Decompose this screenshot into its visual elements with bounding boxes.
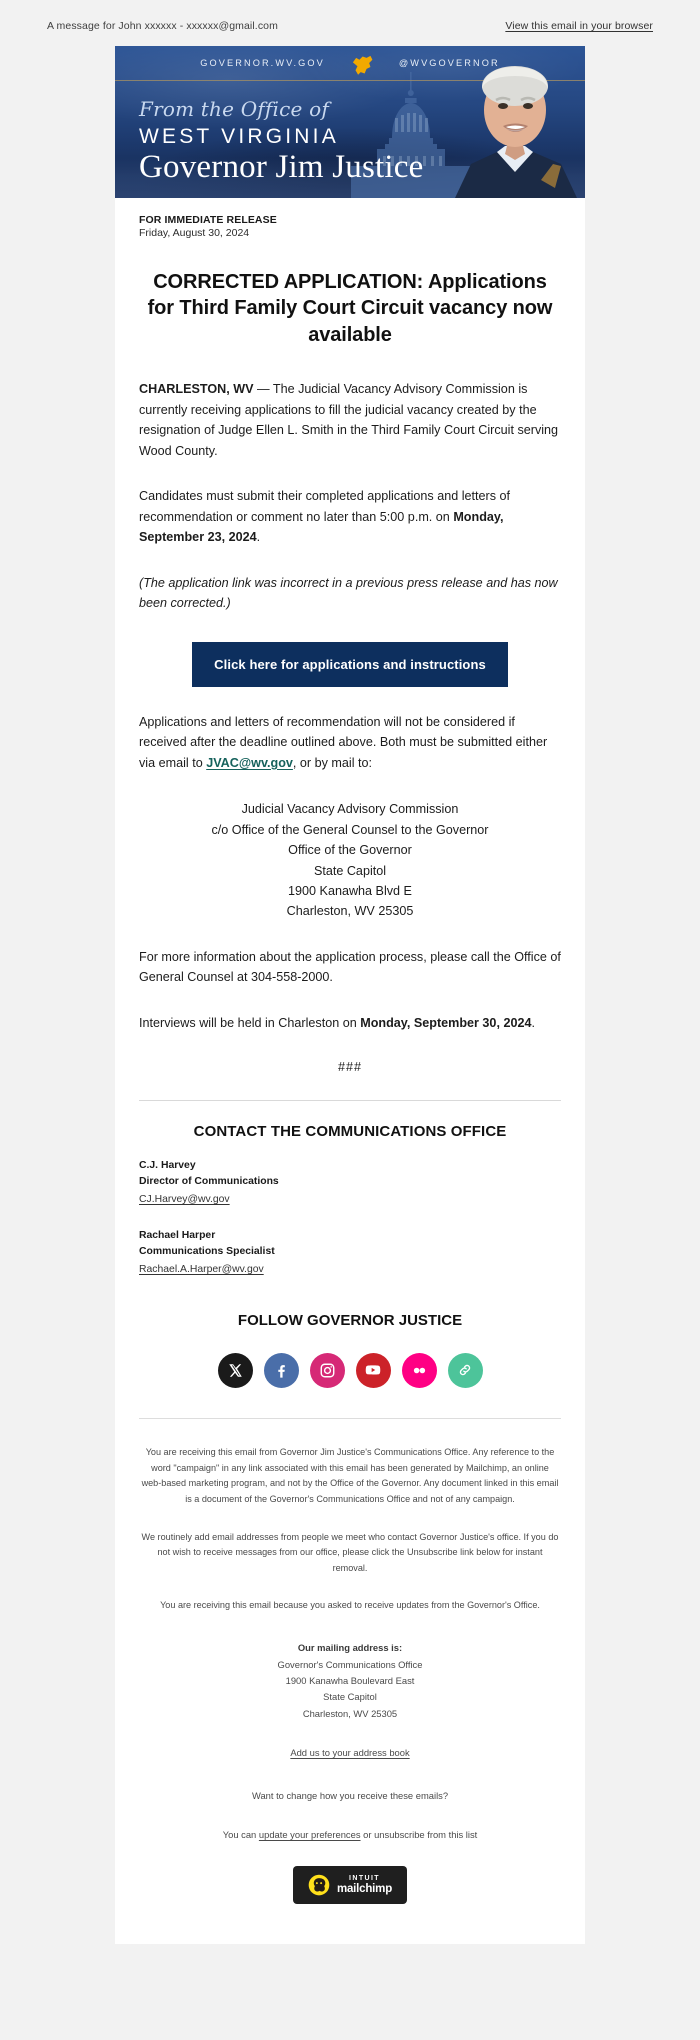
contact-email-link[interactable]: CJ.Harvey@wv.gov — [139, 1192, 230, 1209]
view-in-browser-link[interactable]: View this email in your browser — [505, 20, 653, 32]
link-glyph — [459, 1365, 471, 1376]
contact-role: Communications Specialist — [139, 1245, 275, 1257]
youtube-icon[interactable] — [355, 1352, 391, 1388]
body-paragraph-6: Interviews will be held in Charleston on… — [139, 1013, 561, 1034]
body-paragraph-2: Candidates must submit their completed a… — [139, 486, 561, 548]
governor-portrait — [455, 66, 577, 198]
paragraph-4-text-b: , or by mail to: — [292, 755, 372, 770]
link-icon[interactable] — [447, 1352, 483, 1388]
contact-person: C.J. Harvey Director of Communications C… — [139, 1158, 561, 1209]
add-address-book-container: Add us to your address book — [141, 1743, 559, 1761]
email-card: GOVERNOR.WV.GOV @WVGOVERNOR From the Off… — [115, 46, 585, 1945]
west-virginia-state-icon — [352, 55, 373, 75]
correction-note: (The application link was incorrect in a… — [139, 575, 558, 611]
body-paragraph-4: Applications and letters of recommendati… — [139, 712, 561, 774]
contact-name: C.J. Harvey — [139, 1160, 196, 1172]
youtube-glyph — [365, 1365, 381, 1376]
interview-date: Monday, September 30, 2024 — [360, 1015, 532, 1030]
contact-email-link[interactable]: Rachael.A.Harper@wv.gov — [139, 1262, 264, 1279]
x-glyph — [228, 1364, 242, 1377]
end-of-release-marks: ### — [337, 1060, 362, 1075]
contact-section: CONTACT THE COMMUNICATIONS OFFICE C.J. H… — [115, 1123, 585, 1388]
address-line: Office of the Governor — [288, 843, 412, 858]
contact-section-title: CONTACT THE COMMUNICATIONS OFFICE — [193, 1123, 507, 1141]
address-line: c/o Office of the General Counsel to the… — [211, 822, 489, 837]
email-page: A message for John xxxxxx - xxxxxx@gmail… — [0, 0, 700, 2040]
preferences-text-a: You can — [222, 1829, 259, 1841]
preheader-message: A message for John xxxxxx - xxxxxx@gmail… — [47, 20, 278, 32]
instagram-icon[interactable] — [309, 1352, 345, 1388]
follow-section-title: FOLLOW GOVERNOR JUSTICE — [237, 1311, 463, 1329]
x-twitter-icon[interactable] — [217, 1352, 253, 1388]
section-divider — [139, 1100, 561, 1102]
preheader-bar: A message for John xxxxxx - xxxxxx@gmail… — [0, 0, 700, 46]
release-date: Friday, August 30, 2024 — [139, 227, 250, 239]
mailing-address-title: Our mailing address is: — [297, 1642, 403, 1654]
instagram-glyph — [320, 1363, 334, 1378]
legal-paragraph-1: You are receiving this email from Govern… — [141, 1446, 559, 1504]
contact-role: Director of Communications — [139, 1175, 279, 1187]
intuit-label: INTUIT — [349, 1874, 380, 1882]
mailing-address-block: Judicial Vacancy Advisory Commission c/o… — [139, 799, 561, 921]
preferences-text-b: or unsubscribe from this list — [360, 1829, 478, 1841]
address-line: State Capitol — [313, 863, 387, 878]
contact-name: Rachael Harper — [139, 1230, 216, 1242]
facebook-glyph — [277, 1365, 285, 1378]
banner-state-name: WEST VIRGINIA — [139, 125, 339, 148]
preferences-line: You can update your preferences or unsub… — [141, 1827, 559, 1844]
footer-mailing-address: Our mailing address is: Governor's Commu… — [141, 1640, 559, 1722]
applications-instructions-button[interactable]: Click here for applications and instruct… — [192, 641, 508, 687]
email-body: FOR IMMEDIATE RELEASE Friday, August 30,… — [115, 198, 585, 1102]
banner-title-block: From the Office of WEST VIRGINIA Governo… — [139, 98, 423, 186]
paragraph-2-text-c: . — [256, 530, 261, 545]
contact-person: Rachael Harper Communications Specialist… — [139, 1228, 561, 1279]
address-line: Charleston, WV 25305 — [286, 904, 414, 919]
address-line: 1900 Kanawha Blvd E — [288, 883, 412, 898]
mailchimp-monkey-icon — [308, 1874, 330, 1896]
mailchimp-label: mailchimp — [336, 1882, 393, 1895]
banner-website: GOVERNOR.WV.GOV — [200, 58, 325, 68]
body-paragraph-1: CHARLESTON, WV — The Judicial Vacancy Ad… — [139, 379, 561, 461]
mailing-address-line: 1900 Kanawha Boulevard East — [285, 1675, 415, 1686]
release-label: FOR IMMEDIATE RELEASE — [139, 214, 277, 226]
facebook-icon[interactable] — [263, 1352, 299, 1388]
body-paragraph-5: For more information about the applicati… — [139, 949, 561, 985]
mailing-address-line: State Capitol — [323, 1691, 377, 1703]
mailchimp-badge-container: INTUIT mailchimp — [141, 1866, 559, 1944]
preferences-block: Want to change how you receive these ema… — [141, 1788, 559, 1844]
footer-divider — [139, 1417, 561, 1419]
legal-paragraph-3: You are receiving this email because you… — [160, 1600, 540, 1611]
cta-container: Click here for applications and instruct… — [139, 641, 561, 687]
paragraph-6-text-a: Interviews will be held in Charleston on — [139, 1015, 361, 1030]
address-line: Judicial Vacancy Advisory Commission — [241, 802, 459, 817]
flickr-glyph — [413, 1367, 425, 1374]
paragraph-6-text-c: . — [531, 1015, 535, 1030]
mailchimp-wordmark: INTUIT mailchimp — [337, 1875, 392, 1896]
jvac-email-link[interactable]: JVAC@wv.gov — [206, 756, 293, 770]
mailchimp-badge[interactable]: INTUIT mailchimp — [292, 1866, 408, 1905]
email-header-banner: GOVERNOR.WV.GOV @WVGOVERNOR From the Off… — [115, 46, 585, 198]
add-to-address-book-link[interactable]: Add us to your address book — [290, 1747, 409, 1758]
flickr-icon[interactable] — [401, 1352, 437, 1388]
legal-paragraph-2: We routinely add email addresses from pe… — [141, 1531, 559, 1573]
preferences-question: Want to change how you receive these ema… — [251, 1790, 449, 1802]
dateline: CHARLESTON, WV — [139, 382, 254, 397]
mailing-address-line: Charleston, WV 25305 — [302, 1707, 398, 1719]
social-links — [139, 1352, 561, 1388]
banner-governor-name: Governor Jim Justice — [139, 149, 424, 186]
page-title: CORRECTED APPLICATION: Applications for … — [147, 271, 553, 346]
mailing-address-line: Governor's Communications Office — [277, 1658, 423, 1670]
update-preferences-link[interactable]: update your preferences — [259, 1829, 361, 1840]
banner-from-line: From the Office of — [139, 97, 329, 121]
legal-footer: You are receiving this email from Govern… — [115, 1445, 585, 1944]
